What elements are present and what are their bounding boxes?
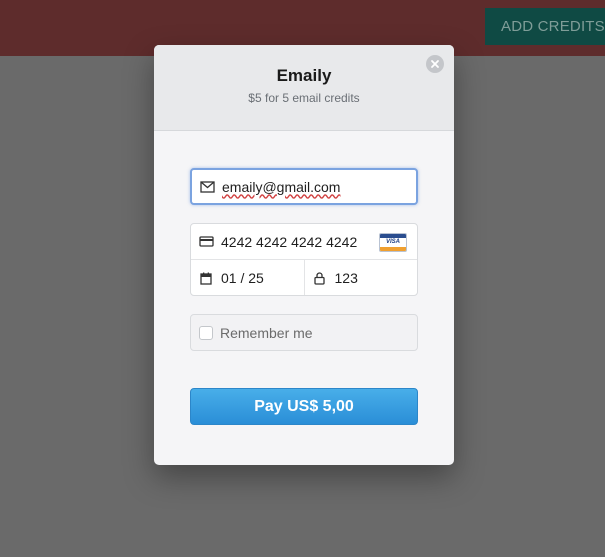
- cvc-value: 123: [334, 270, 358, 286]
- expiry-value: 01 / 25: [221, 270, 264, 286]
- modal-header: Emaily $5 for 5 email credits: [154, 45, 454, 131]
- add-credits-button[interactable]: ADD CREDITS: [485, 8, 605, 45]
- cvc-field[interactable]: 123: [305, 260, 418, 295]
- modal-subtitle: $5 for 5 email credits: [248, 91, 360, 105]
- email-input-value: emaily@gmail.com: [222, 178, 341, 195]
- expiry-field[interactable]: 01 / 25: [191, 260, 305, 295]
- calendar-icon: [198, 270, 214, 286]
- remember-me-field[interactable]: Remember me: [190, 314, 418, 351]
- envelope-icon: [199, 179, 215, 195]
- close-icon[interactable]: [426, 55, 444, 73]
- pay-button[interactable]: Pay US$ 5,00: [190, 388, 418, 425]
- visa-logo: VISA: [379, 233, 407, 252]
- card-number-field[interactable]: 4242 4242 4242 4242 VISA: [191, 224, 417, 260]
- card-number-value: 4242 4242 4242 4242: [221, 233, 358, 250]
- modal-title: Emaily: [276, 66, 332, 85]
- remember-me-label: Remember me: [220, 324, 313, 341]
- checkout-modal: Emaily $5 for 5 email credits emaily@gma…: [154, 45, 454, 465]
- lock-icon: [312, 270, 328, 286]
- card-details-group: 4242 4242 4242 4242 VISA 01 / 25 123: [190, 223, 418, 296]
- remember-me-checkbox[interactable]: [199, 325, 213, 340]
- email-field[interactable]: emaily@gmail.com: [190, 168, 418, 205]
- credit-card-icon: [198, 234, 214, 250]
